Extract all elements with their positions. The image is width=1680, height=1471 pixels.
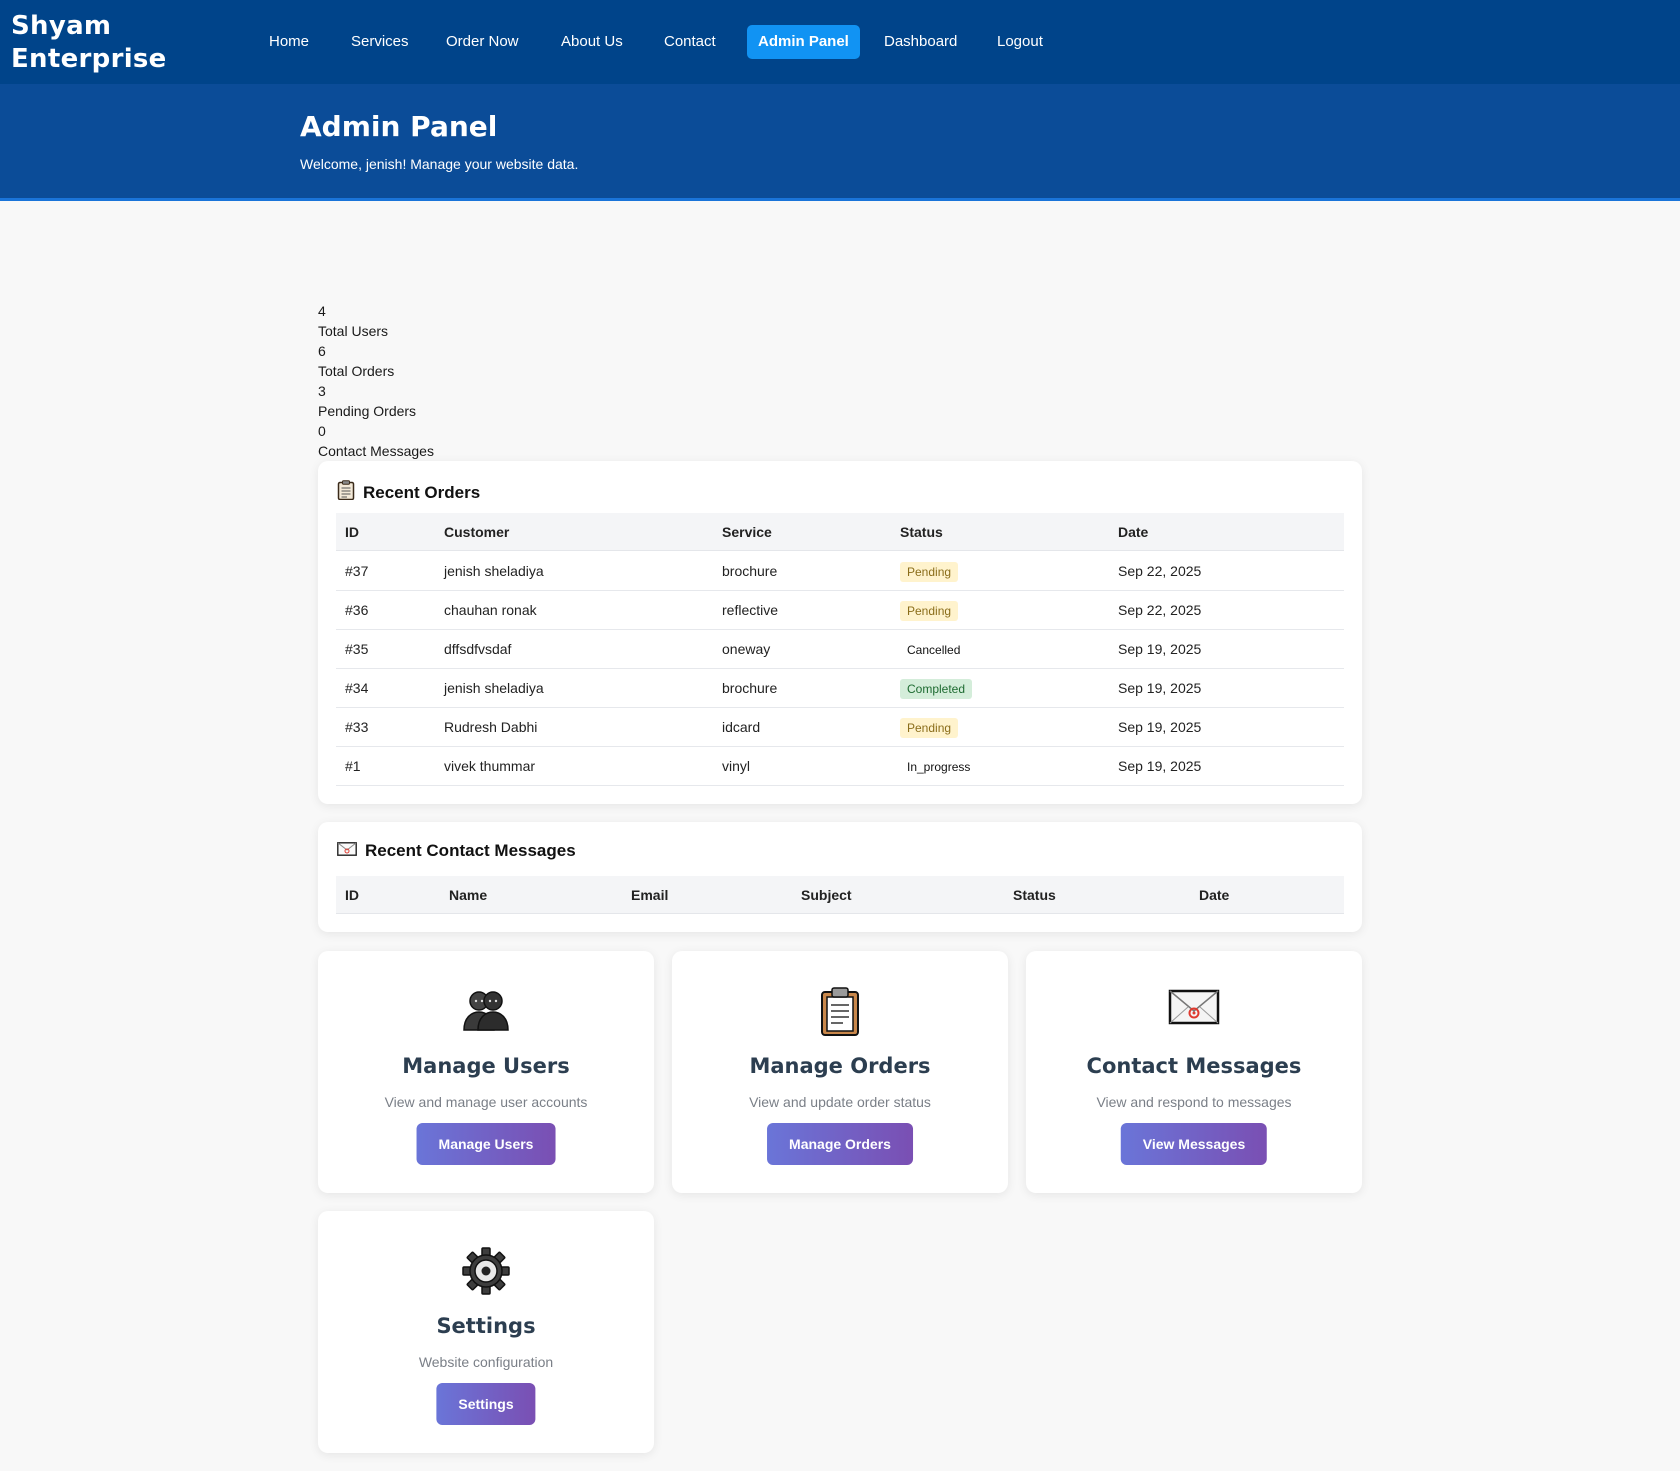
manage-users-desc: View and manage user accounts bbox=[384, 1094, 588, 1110]
col-email: Email bbox=[631, 887, 669, 903]
settings-card: Settings Website configuration Settings bbox=[318, 1211, 654, 1453]
users-icon bbox=[318, 987, 654, 1035]
table-row: #35 dffsdfvsdaf oneway Cancelled Sep 19,… bbox=[336, 630, 1344, 669]
order-service: brochure bbox=[722, 680, 778, 696]
order-customer: vivek thummar bbox=[444, 758, 536, 774]
col-service: Service bbox=[722, 524, 772, 540]
order-customer: dffsdfvsdaf bbox=[444, 641, 512, 657]
settings-button[interactable]: Settings bbox=[436, 1383, 536, 1425]
order-service: vinyl bbox=[722, 758, 751, 774]
gear-icon bbox=[318, 1247, 654, 1295]
stat-contact-messages-label: Contact Messages bbox=[318, 443, 434, 459]
stat-total-users-value: 4 bbox=[318, 303, 326, 319]
order-service: oneway bbox=[722, 641, 771, 657]
order-date: Sep 19, 2025 bbox=[1118, 758, 1202, 774]
nav-dashboard[interactable]: Dashboard bbox=[873, 25, 968, 59]
nav-about-us[interactable]: About Us bbox=[550, 25, 634, 59]
table-row: #34 jenish sheladiya brochure Completed … bbox=[336, 669, 1344, 708]
order-date: Sep 19, 2025 bbox=[1118, 680, 1202, 696]
clipboard-icon bbox=[672, 987, 1008, 1036]
order-date: Sep 19, 2025 bbox=[1118, 719, 1202, 735]
nav-order-now[interactable]: Order Now bbox=[435, 25, 530, 59]
status-badge: Pending bbox=[900, 601, 959, 621]
table-row: #36 chauhan ronak reflective Pending Sep… bbox=[336, 591, 1344, 630]
stat-total-users-label: Total Users bbox=[318, 323, 389, 339]
order-id: #33 bbox=[345, 719, 369, 735]
order-date: Sep 22, 2025 bbox=[1118, 602, 1202, 618]
nav-contact[interactable]: Contact bbox=[653, 25, 727, 59]
page-header: Admin Panel Welcome, jenish! Manage your… bbox=[0, 84, 1680, 201]
settings-desc: Website configuration bbox=[418, 1354, 554, 1370]
order-id: #36 bbox=[345, 602, 369, 618]
manage-orders-card: Manage Orders View and update order stat… bbox=[672, 951, 1008, 1193]
stat-total-orders-value: 6 bbox=[318, 343, 326, 359]
col-id: ID bbox=[345, 887, 359, 903]
order-service: idcard bbox=[722, 719, 761, 735]
nav-home[interactable]: Home bbox=[258, 25, 320, 59]
order-id: #35 bbox=[345, 641, 369, 657]
brand-logo[interactable]: Shyam Enterprise bbox=[11, 10, 191, 76]
nav-logout[interactable]: Logout bbox=[986, 25, 1054, 59]
col-subject: Subject bbox=[801, 887, 852, 903]
col-status: Status bbox=[900, 524, 943, 540]
messages-table-header: ID Name Email Subject Status Date bbox=[336, 876, 1344, 914]
page-subtitle: Welcome, jenish! Manage your website dat… bbox=[300, 156, 579, 172]
col-date: Date bbox=[1199, 887, 1230, 903]
col-date: Date bbox=[1118, 524, 1149, 540]
table-row: #1 vivek thummar vinyl In_progress Sep 1… bbox=[336, 747, 1344, 786]
col-customer: Customer bbox=[444, 524, 510, 540]
order-service: brochure bbox=[722, 563, 778, 579]
nav-services[interactable]: Services bbox=[340, 25, 420, 59]
settings-title: Settings bbox=[436, 1314, 536, 1338]
table-row: #37 jenish sheladiya brochure Pending Se… bbox=[336, 552, 1344, 591]
order-customer: Rudresh Dabhi bbox=[444, 719, 538, 735]
order-id: #37 bbox=[345, 563, 369, 579]
col-name: Name bbox=[449, 887, 488, 903]
manage-orders-button[interactable]: Manage Orders bbox=[767, 1123, 913, 1165]
contact-messages-desc: View and respond to messages bbox=[1096, 1094, 1292, 1110]
manage-users-card: Manage Users View and manage user accoun… bbox=[318, 951, 654, 1193]
view-messages-button[interactable]: View Messages bbox=[1120, 1123, 1268, 1165]
order-customer: chauhan ronak bbox=[444, 602, 537, 618]
stat-total-orders-label: Total Orders bbox=[318, 363, 395, 379]
order-date: Sep 19, 2025 bbox=[1118, 641, 1202, 657]
contact-messages-title: Contact Messages bbox=[1086, 1054, 1302, 1078]
order-customer: jenish sheladiya bbox=[444, 563, 544, 579]
status-badge: In_progress bbox=[907, 760, 971, 774]
envelope-icon bbox=[1026, 987, 1362, 1035]
orders-table-header: ID Customer Service Status Date bbox=[336, 513, 1344, 551]
envelope-icon bbox=[337, 841, 357, 861]
recent-orders-title: Recent Orders bbox=[337, 480, 480, 505]
order-service: reflective bbox=[722, 602, 779, 618]
order-id: #1 bbox=[345, 758, 361, 774]
status-badge: Pending bbox=[900, 718, 959, 738]
recent-messages-title: Recent Contact Messages bbox=[337, 841, 576, 861]
manage-orders-title: Manage Orders bbox=[749, 1054, 931, 1078]
stat-pending-orders-label: Pending Orders bbox=[318, 403, 417, 419]
stat-contact-messages-value: 0 bbox=[318, 423, 326, 439]
page-title: Admin Panel bbox=[300, 110, 498, 143]
stat-pending-orders-value: 3 bbox=[318, 383, 326, 399]
manage-users-button[interactable]: Manage Users bbox=[416, 1123, 556, 1165]
status-badge: Cancelled bbox=[907, 643, 961, 657]
order-customer: jenish sheladiya bbox=[444, 680, 544, 696]
contact-messages-card: Contact Messages View and respond to mes… bbox=[1026, 951, 1362, 1193]
manage-users-title: Manage Users bbox=[402, 1054, 570, 1078]
nav-admin-panel[interactable]: Admin Panel bbox=[747, 25, 860, 59]
manage-orders-desc: View and update order status bbox=[749, 1094, 931, 1110]
order-id: #34 bbox=[345, 680, 369, 696]
order-date: Sep 22, 2025 bbox=[1118, 563, 1202, 579]
status-badge: Completed bbox=[900, 679, 973, 699]
col-status: Status bbox=[1013, 887, 1056, 903]
top-navbar: Shyam Enterprise Home Services Order Now… bbox=[0, 0, 1680, 84]
table-row: #33 Rudresh Dabhi idcard Pending Sep 19,… bbox=[336, 708, 1344, 747]
clipboard-icon bbox=[337, 480, 355, 505]
recent-messages-card: Recent Contact Messages ID Name Email Su… bbox=[318, 822, 1362, 932]
status-badge: Pending bbox=[900, 562, 959, 582]
recent-orders-card: Recent Orders ID Customer Service Status… bbox=[318, 461, 1362, 804]
col-id: ID bbox=[345, 524, 359, 540]
